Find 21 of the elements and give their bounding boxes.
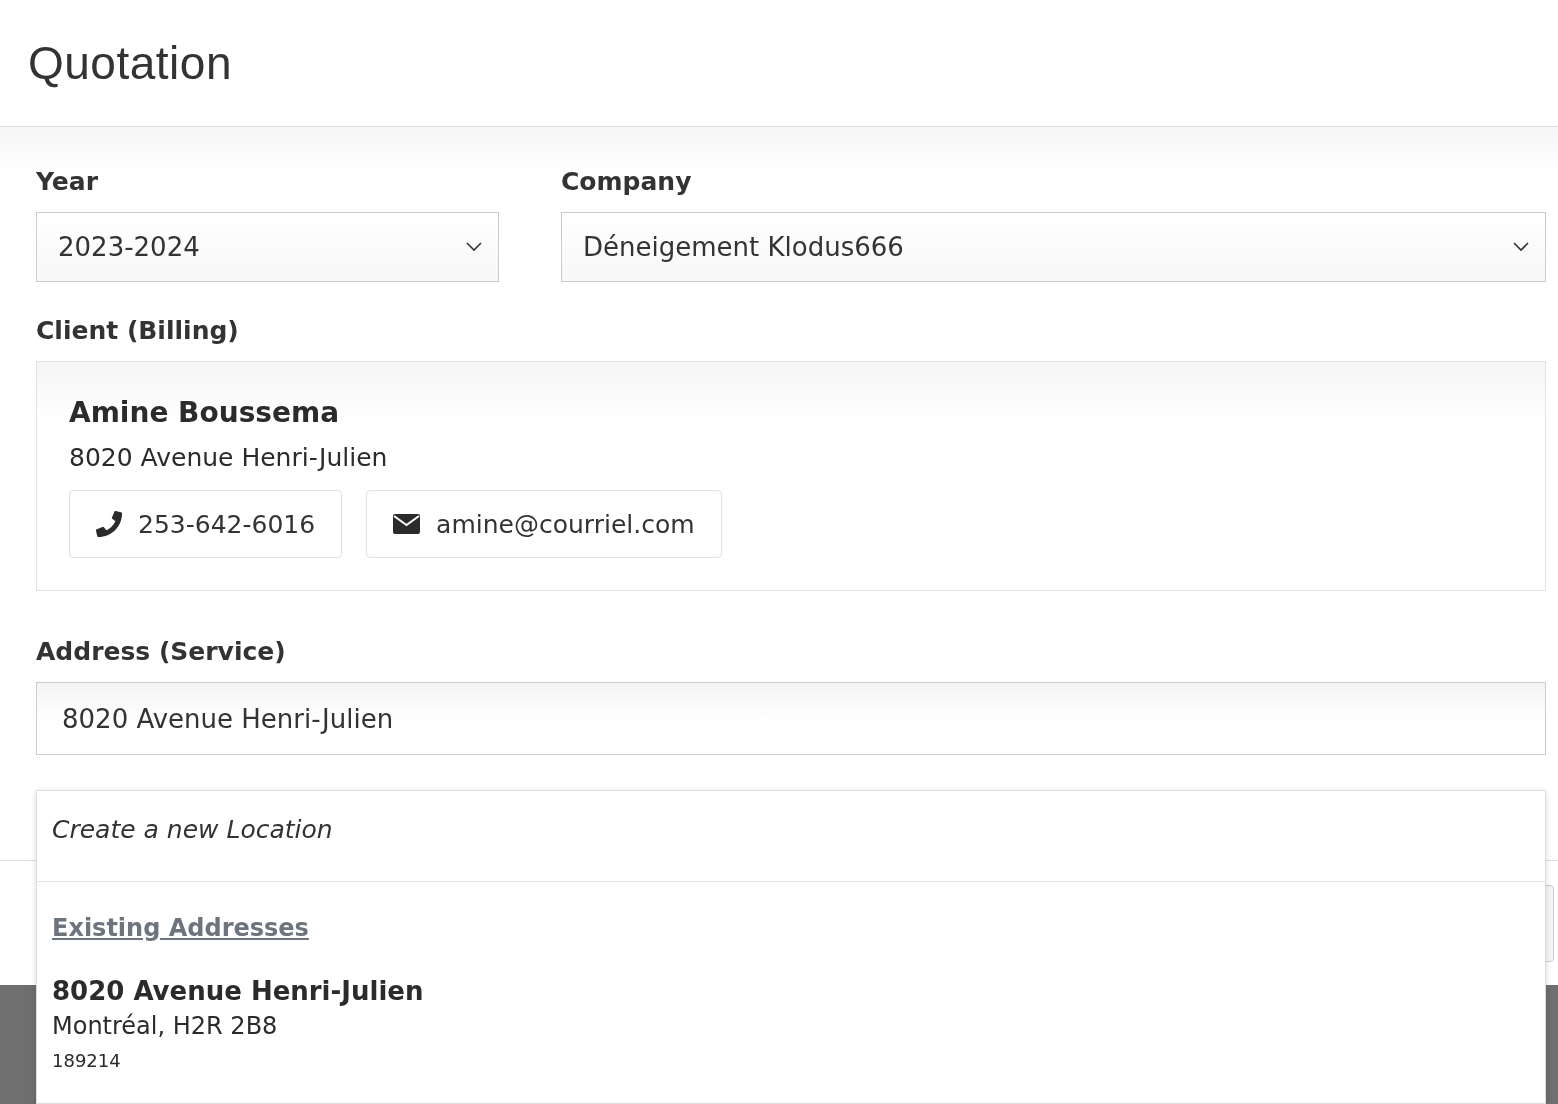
service-address-field[interactable]: 8020 Avenue Henri-Julien	[36, 682, 1546, 755]
email-button[interactable]: amine@courriel.com	[366, 490, 722, 558]
year-select[interactable]: 2023-2024	[36, 212, 499, 282]
service-address-label: Address (Service)	[36, 637, 286, 666]
client-name: Amine Boussema	[69, 396, 340, 429]
client-label: Client (Billing)	[36, 316, 239, 345]
phone-icon	[96, 511, 122, 537]
client-address: 8020 Avenue Henri-Julien	[69, 443, 388, 472]
dialog-title: Quotation	[28, 36, 232, 90]
company-select[interactable]: Déneigement Klodus666	[561, 212, 1546, 282]
option-city[interactable]: Montréal, H2R 2B8	[52, 1012, 424, 1040]
chevron-down-icon	[466, 242, 482, 252]
option-street[interactable]: 8020 Avenue Henri-Julien	[52, 976, 424, 1006]
group-heading: Existing Addresses	[52, 914, 309, 942]
create-location-option[interactable]: Create a new Location	[37, 791, 1545, 882]
chevron-down-icon	[1513, 242, 1529, 252]
company-label: Company	[561, 167, 692, 196]
phone-button[interactable]: 253-642-6016	[69, 490, 343, 558]
envelope-icon	[393, 514, 421, 534]
year-label: Year	[36, 167, 98, 196]
option-code[interactable]: 189214	[52, 1050, 424, 1071]
